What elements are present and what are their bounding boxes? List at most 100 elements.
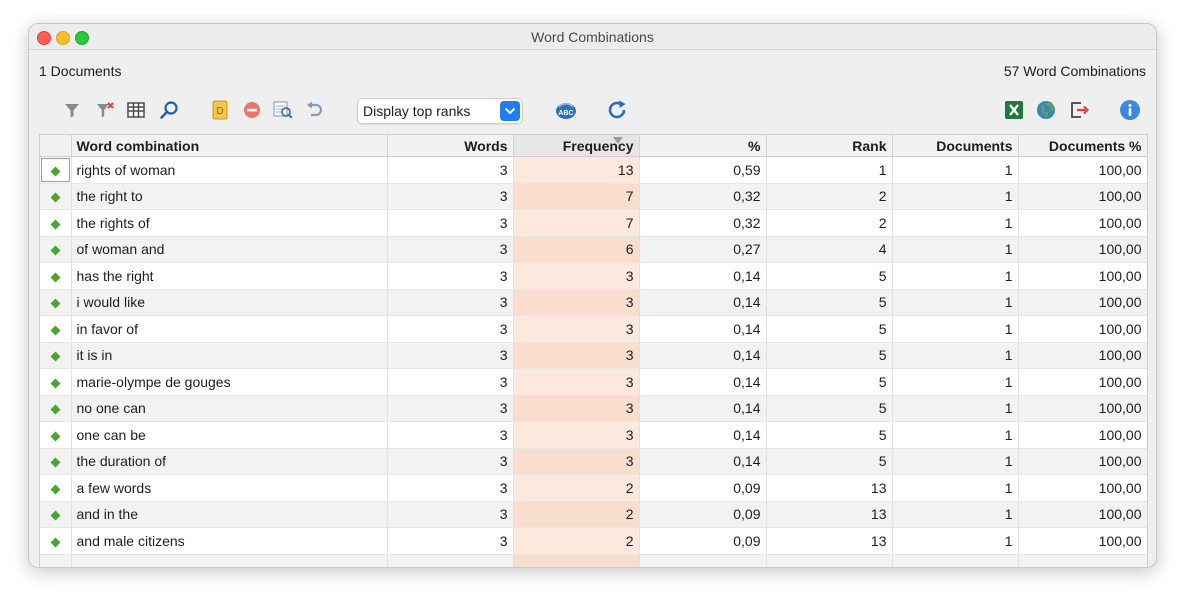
cell-percent: 0,09 (639, 474, 767, 502)
table-row[interactable]: i would like 3 3 0,14 5 1 100,00 (40, 289, 1147, 316)
diamond-icon (50, 325, 61, 336)
cell-documents: 1 (892, 368, 1019, 396)
table-row[interactable]: and in the 3 2 0,09 13 1 100,00 (40, 501, 1147, 528)
cell-word-combination (71, 554, 388, 567)
table-row[interactable] (40, 554, 1147, 567)
table-row[interactable]: the right to 3 7 0,32 2 1 100,00 (40, 183, 1147, 210)
column-header-rank[interactable]: Rank (766, 135, 893, 157)
document-icon[interactable]: D (206, 96, 234, 124)
export-icon[interactable] (1065, 96, 1093, 124)
cell-percent: 0,14 (639, 395, 767, 422)
column-header-frequency[interactable]: Frequency (513, 135, 640, 157)
cell-frequency: 3 (513, 262, 640, 290)
clear-filter-icon[interactable] (91, 96, 119, 124)
cell-rank: 2 (766, 209, 893, 237)
cell-words: 3 (387, 448, 514, 475)
display-ranks-value: Display top ranks (363, 103, 471, 119)
table-row[interactable]: no one can 3 3 0,14 5 1 100,00 (40, 395, 1147, 422)
table-row[interactable]: has the right 3 3 0,14 5 1 100,00 (40, 262, 1147, 290)
cell-words: 3 (387, 315, 514, 343)
cell-frequency: 3 (513, 448, 640, 475)
column-header-marker[interactable] (40, 135, 72, 157)
cell-documents: 1 (892, 474, 1019, 502)
table-row[interactable]: and male citizens 3 2 0,09 13 1 100,00 (40, 527, 1147, 555)
display-ranks-select[interactable]: Display top ranks (357, 98, 523, 124)
cell-percent (639, 554, 767, 567)
row-marker (40, 501, 72, 528)
cell-word-combination: marie-olympe de gouges (71, 368, 388, 396)
search-results-icon[interactable] (269, 96, 297, 124)
diamond-icon (50, 404, 61, 415)
cell-documents: 1 (892, 395, 1019, 422)
diamond-icon (50, 510, 61, 521)
spellcheck-icon[interactable]: ABC (552, 96, 580, 124)
cell-frequency: 3 (513, 289, 640, 316)
diamond-icon (50, 166, 61, 177)
row-marker (40, 209, 72, 237)
columns-icon[interactable] (122, 96, 150, 124)
cell-documents: 1 (892, 156, 1019, 184)
cell-frequency: 3 (513, 395, 640, 422)
column-header-word-combination[interactable]: Word combination (71, 135, 388, 157)
cell-frequency: 3 (513, 368, 640, 396)
cell-documents-percent: 100,00 (1018, 501, 1147, 528)
refresh-icon[interactable] (603, 96, 631, 124)
row-marker (40, 342, 72, 369)
cell-words (387, 554, 514, 567)
cell-documents: 1 (892, 527, 1019, 555)
cell-rank: 1 (766, 156, 893, 184)
excel-export-icon[interactable] (1000, 96, 1028, 124)
diamond-icon (50, 431, 61, 442)
cell-frequency: 3 (513, 421, 640, 449)
cell-words: 3 (387, 342, 514, 369)
table-row[interactable]: the duration of 3 3 0,14 5 1 100,00 (40, 448, 1147, 475)
cell-documents: 1 (892, 262, 1019, 290)
cell-percent: 0,14 (639, 421, 767, 449)
undo-icon[interactable] (301, 96, 329, 124)
search-icon[interactable] (155, 96, 183, 124)
table-row[interactable]: marie-olympe de gouges 3 3 0,14 5 1 100,00 (40, 368, 1147, 396)
cell-documents: 1 (892, 315, 1019, 343)
cell-documents: 1 (892, 289, 1019, 316)
table-row[interactable]: it is in 3 3 0,14 5 1 100,00 (40, 342, 1147, 369)
remove-icon[interactable] (238, 96, 266, 124)
frequency-header-label: Frequency (562, 137, 634, 154)
documents-count: 1 Documents (39, 63, 122, 79)
cell-word-combination: rights of woman (71, 156, 388, 184)
web-export-icon[interactable] (1032, 96, 1060, 124)
cell-percent: 0,14 (639, 342, 767, 369)
diamond-icon (50, 298, 61, 309)
info-icon[interactable] (1116, 96, 1144, 124)
cell-documents-percent: 100,00 (1018, 236, 1147, 263)
table-row[interactable]: a few words 3 2 0,09 13 1 100,00 (40, 474, 1147, 502)
cell-documents-percent: 100,00 (1018, 474, 1147, 502)
table-row[interactable]: in favor of 3 3 0,14 5 1 100,00 (40, 315, 1147, 343)
cell-words: 3 (387, 368, 514, 396)
row-marker (40, 156, 72, 184)
table-row[interactable]: one can be 3 3 0,14 5 1 100,00 (40, 421, 1147, 449)
filter-icon[interactable] (58, 96, 86, 124)
cell-frequency: 2 (513, 474, 640, 502)
cell-frequency: 7 (513, 209, 640, 237)
cell-rank: 5 (766, 315, 893, 343)
window-title: Word Combinations (531, 29, 654, 45)
cell-documents-percent: 100,00 (1018, 156, 1147, 184)
cell-percent: 0,14 (639, 315, 767, 343)
row-marker (40, 448, 72, 475)
column-header-documents-percent[interactable]: Documents % (1018, 135, 1147, 157)
cell-rank: 5 (766, 395, 893, 422)
column-header-words[interactable]: Words (387, 135, 514, 157)
column-header-documents[interactable]: Documents (892, 135, 1019, 157)
cell-documents-percent: 100,00 (1018, 527, 1147, 555)
cell-percent: 0,14 (639, 368, 767, 396)
column-header-percent[interactable]: % (639, 135, 767, 157)
table-row[interactable]: the rights of 3 7 0,32 2 1 100,00 (40, 209, 1147, 237)
cell-percent: 0,09 (639, 527, 767, 555)
table-row[interactable]: rights of woman 3 13 0,59 1 1 100,00 (40, 156, 1147, 184)
svg-text:D: D (216, 106, 223, 117)
cell-percent: 0,59 (639, 156, 767, 184)
diamond-icon (50, 272, 61, 283)
row-marker (40, 368, 72, 396)
title-bar: Word Combinations (29, 24, 1156, 50)
table-row[interactable]: of woman and 3 6 0,27 4 1 100,00 (40, 236, 1147, 263)
